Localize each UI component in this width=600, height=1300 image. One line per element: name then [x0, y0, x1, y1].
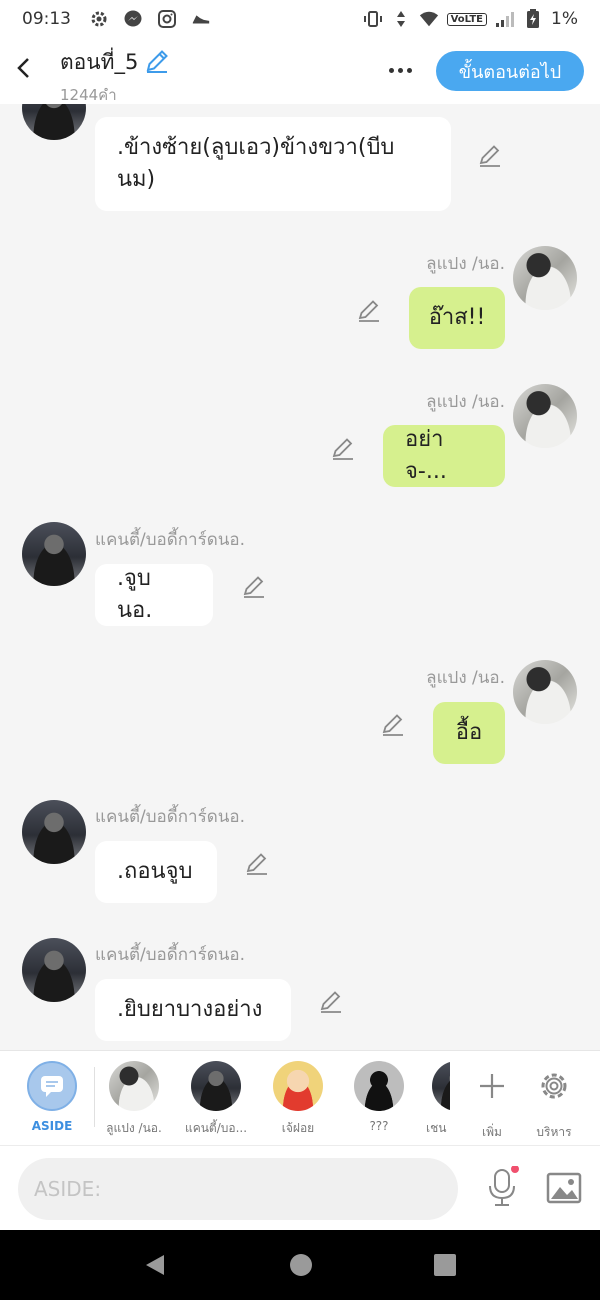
avatar [432, 1061, 450, 1111]
cast-member[interactable]: ??? [341, 1061, 417, 1133]
cast-member[interactable]: ลูแปง /นอ. [96, 1061, 172, 1138]
divider [94, 1067, 95, 1127]
avatar[interactable] [22, 938, 86, 1002]
cast-aside[interactable]: ASIDE [14, 1061, 90, 1133]
cast-member-label: เจ้ฝอย [281, 1121, 315, 1135]
avatar [191, 1061, 241, 1111]
manage-cast-button[interactable]: บริหาร [516, 1061, 592, 1142]
edit-icon[interactable] [356, 298, 382, 324]
header: ตอนที่_5 1244คำ ขั้นตอนต่อไป [0, 38, 600, 104]
battery-icon [523, 9, 543, 29]
next-step-button[interactable]: ขั้นตอนต่อไป [436, 51, 584, 91]
cast-member[interactable]: แคนตี้/บอ... [178, 1061, 254, 1138]
sender-name: แคนตี้/บอดี้การ์ดนอ. [95, 945, 246, 965]
back-triangle-icon[interactable] [142, 1252, 168, 1278]
avatar[interactable] [22, 522, 86, 586]
aside-label: ASIDE [31, 1119, 73, 1133]
battery-percent: 1% [551, 9, 578, 29]
avatar[interactable] [22, 104, 86, 140]
instagram-icon [157, 9, 177, 29]
input-bar [0, 1145, 600, 1230]
avatar[interactable] [22, 800, 86, 864]
message-bubble[interactable]: .ถอนจูบ [95, 841, 217, 903]
settings-icon [89, 9, 109, 29]
microphone-icon [489, 1165, 519, 1206]
cast-member[interactable]: เชน [410, 1061, 450, 1138]
cast-member-label: ลูแปง /นอ. [106, 1121, 162, 1135]
vibrate-icon [363, 9, 383, 29]
cast-member-label: แคนตี้/บอ... [184, 1121, 248, 1135]
message-bubble[interactable]: .จูบ นอ. [95, 564, 213, 626]
manage-label: บริหาร [536, 1125, 572, 1139]
sender-name: แคนตี้/บอดี้การ์ดนอ. [95, 807, 246, 827]
gear-icon [541, 1073, 567, 1099]
back-button[interactable] [12, 52, 36, 84]
edit-icon[interactable] [380, 712, 406, 738]
image-button[interactable] [545, 1168, 583, 1208]
avatar [354, 1061, 404, 1111]
message-bubble[interactable]: อย่าจ-... [383, 425, 505, 487]
aside-avatar [27, 1061, 77, 1111]
status-bar: 09:13 VoLTE 1% [0, 0, 600, 38]
status-time: 09:13 [22, 9, 71, 29]
avatar [273, 1061, 323, 1111]
edit-icon[interactable] [330, 436, 356, 462]
mic-button[interactable] [484, 1165, 520, 1210]
avatar[interactable] [513, 384, 577, 448]
chat-bubble-icon [41, 1076, 63, 1097]
volte-badge: VoLTE [446, 12, 488, 26]
edit-icon[interactable] [477, 143, 503, 169]
data-arrows-icon [391, 9, 411, 29]
episode-title: ตอนที่_5 [60, 50, 139, 74]
messenger-icon [123, 9, 143, 29]
sender-name: ลูแปง /นอ. [426, 392, 505, 412]
chevron-left-icon [17, 58, 29, 78]
cast-member[interactable]: เจ้ฝอย [260, 1061, 336, 1138]
edit-icon[interactable] [241, 574, 267, 600]
sender-name: ลูแปง /นอ. [426, 668, 505, 688]
sender-name: แคนตี้/บอดี้การ์ดนอ. [95, 530, 246, 550]
recents-square-icon[interactable] [432, 1252, 458, 1278]
cast-member-label: เชน [426, 1121, 447, 1135]
wifi-icon [419, 9, 439, 29]
avatar[interactable] [513, 246, 577, 310]
sender-name: ลูแปง /นอ. [426, 254, 505, 274]
avatar[interactable] [513, 660, 577, 724]
edit-title-icon[interactable] [144, 48, 170, 78]
cast-member-label: ??? [369, 1119, 389, 1133]
image-icon [546, 1172, 582, 1204]
message-bubble[interactable]: อื้อ [433, 702, 505, 764]
message-bubble[interactable]: อ๊าส!! [409, 287, 505, 349]
title-area: ตอนที่_5 1244คำ [60, 46, 170, 107]
shoe-icon [191, 9, 211, 29]
plus-icon [480, 1074, 504, 1098]
chat-area: .ข้างซ้าย(ลูบเอว)ข้างขวา(บีบ นม) ลูแปง /… [0, 104, 600, 1050]
signal-icon [495, 9, 515, 29]
home-circle-icon[interactable] [288, 1252, 314, 1278]
avatar [109, 1061, 159, 1111]
edit-icon[interactable] [244, 851, 270, 877]
system-nav-bar [0, 1230, 600, 1300]
more-options-button[interactable] [380, 56, 420, 84]
message-input[interactable] [18, 1158, 458, 1220]
message-bubble[interactable]: .ข้างซ้าย(ลูบเอว)ข้างขวา(บีบ นม) [95, 117, 451, 211]
cast-bar: ASIDE ลูแปง /นอ. แคนตี้/บอ... เจ้ฝอย ???… [0, 1050, 600, 1145]
edit-icon[interactable] [318, 989, 344, 1015]
message-bubble[interactable]: .ยิบยาบางอย่าง [95, 979, 291, 1041]
